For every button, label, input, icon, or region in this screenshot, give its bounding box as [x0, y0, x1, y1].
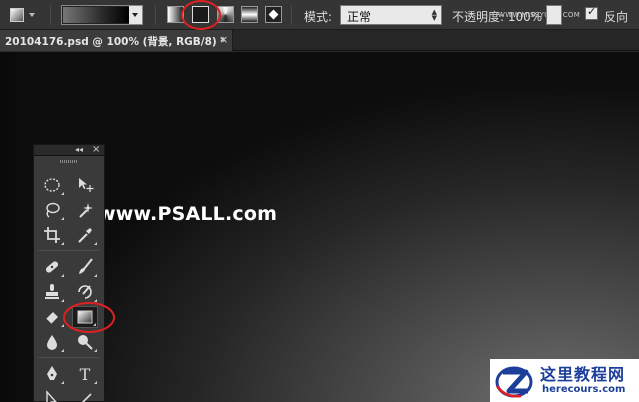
move-tool[interactable]	[72, 174, 98, 196]
mode-label: 模式:	[304, 10, 333, 24]
document-tab-label: 20104176.psd @ 100% (背景, RGB/8) *	[5, 36, 226, 48]
dodge-icon	[78, 335, 93, 350]
tools-panel-header[interactable]: ◂◂ ×	[34, 144, 104, 156]
line-icon	[81, 393, 92, 402]
blur-tool[interactable]	[39, 331, 65, 353]
divider	[50, 5, 51, 25]
eyedropper-tool[interactable]	[72, 224, 98, 246]
path-selection-icon	[46, 390, 57, 402]
diamond-gradient-button[interactable]	[265, 6, 282, 23]
stamp-icon	[45, 284, 59, 299]
lasso-tool[interactable]	[39, 199, 65, 221]
submenu-indicator	[61, 274, 64, 277]
collapse-icon[interactable]: ◂◂	[75, 145, 83, 154]
elliptical-marquee-tool[interactable]	[39, 174, 65, 196]
gradient-tool-icon	[10, 8, 24, 22]
close-icon[interactable]: ×	[92, 144, 100, 155]
up-down-arrows-icon: ▲ ▼	[431, 8, 437, 22]
divider	[155, 5, 156, 25]
close-icon[interactable]: ×	[219, 33, 228, 46]
drag-grip[interactable]	[60, 160, 78, 163]
document-tab[interactable]: 20104176.psd @ 100% (背景, RGB/8) * ×	[0, 30, 233, 51]
bandage-icon	[45, 261, 59, 273]
elliptical-marquee-icon	[44, 178, 60, 192]
submenu-indicator	[61, 349, 64, 352]
tool-preset-picker[interactable]	[7, 5, 37, 25]
submenu-indicator	[94, 274, 97, 277]
path-selection-tool[interactable]	[39, 388, 65, 402]
crop-icon	[44, 227, 60, 243]
eyedropper-icon	[78, 228, 92, 243]
annotation-circle	[181, 0, 221, 30]
dodge-tool[interactable]	[72, 331, 98, 353]
line-tool[interactable]	[72, 388, 98, 402]
reverse-label: 反向	[604, 10, 629, 24]
chevron-down-icon	[29, 13, 35, 17]
submenu-indicator	[61, 217, 64, 220]
submenu-indicator	[61, 192, 64, 195]
gradient-picker[interactable]	[61, 5, 143, 25]
site-watermark: www.PSALL.com	[98, 203, 278, 225]
submenu-indicator	[61, 299, 64, 302]
eraser-icon	[45, 312, 58, 325]
text-icon: T	[79, 364, 91, 384]
submenu-indicator	[61, 324, 64, 327]
options-bar: 模式: 正常 ▲▼ 不透明度: 100% WWW.MISSYUAN.COM 反向	[0, 0, 639, 30]
mode-select[interactable]: 正常 ▲ ▼	[340, 5, 442, 25]
divider	[38, 357, 100, 358]
mode-value: 正常	[347, 10, 372, 24]
submenu-indicator	[61, 381, 64, 384]
document-tab-bar: 20104176.psd @ 100% (背景, RGB/8) * ×	[0, 30, 639, 51]
eraser-tool[interactable]	[39, 306, 65, 328]
pen-icon	[47, 366, 57, 380]
logo-title: 这里教程网	[540, 365, 626, 384]
reflected-gradient-button[interactable]	[241, 6, 258, 23]
submenu-indicator	[61, 242, 64, 245]
annotation-circle	[63, 302, 115, 333]
text-tool[interactable]: T	[72, 363, 98, 385]
canvas-shadow	[0, 52, 36, 402]
brush-icon	[79, 258, 93, 274]
gradient-dropdown-button[interactable]	[129, 6, 142, 24]
gradient-swatch[interactable]	[63, 7, 129, 23]
spot-healing-brush-tool[interactable]	[39, 256, 65, 278]
magic-wand-icon	[79, 203, 93, 218]
reverse-checkbox[interactable]	[585, 5, 598, 20]
submenu-indicator	[94, 381, 97, 384]
move-icon	[79, 178, 94, 192]
history-brush-tool[interactable]	[72, 281, 98, 303]
brush-tool[interactable]	[72, 256, 98, 278]
submenu-indicator	[94, 349, 97, 352]
submenu-indicator	[94, 242, 97, 245]
lasso-icon	[46, 202, 60, 218]
water-drop-icon	[47, 335, 57, 350]
divider	[291, 5, 292, 25]
logo-z-icon	[495, 366, 533, 398]
top-watermark: WWW.MISSYUAN.COM	[498, 11, 581, 19]
history-brush-icon	[78, 285, 92, 299]
logo-url: herecours.com	[542, 384, 626, 395]
opacity-dropdown[interactable]	[546, 5, 562, 25]
tools-panel[interactable]: ◂◂ × T	[33, 144, 105, 402]
crop-tool[interactable]	[39, 224, 65, 246]
divider	[38, 250, 100, 251]
pen-tool[interactable]	[39, 363, 65, 385]
magic-wand-tool[interactable]	[72, 199, 98, 221]
site-logo: 这里教程网 herecours.com	[490, 359, 639, 402]
clone-stamp-tool[interactable]	[39, 281, 65, 303]
